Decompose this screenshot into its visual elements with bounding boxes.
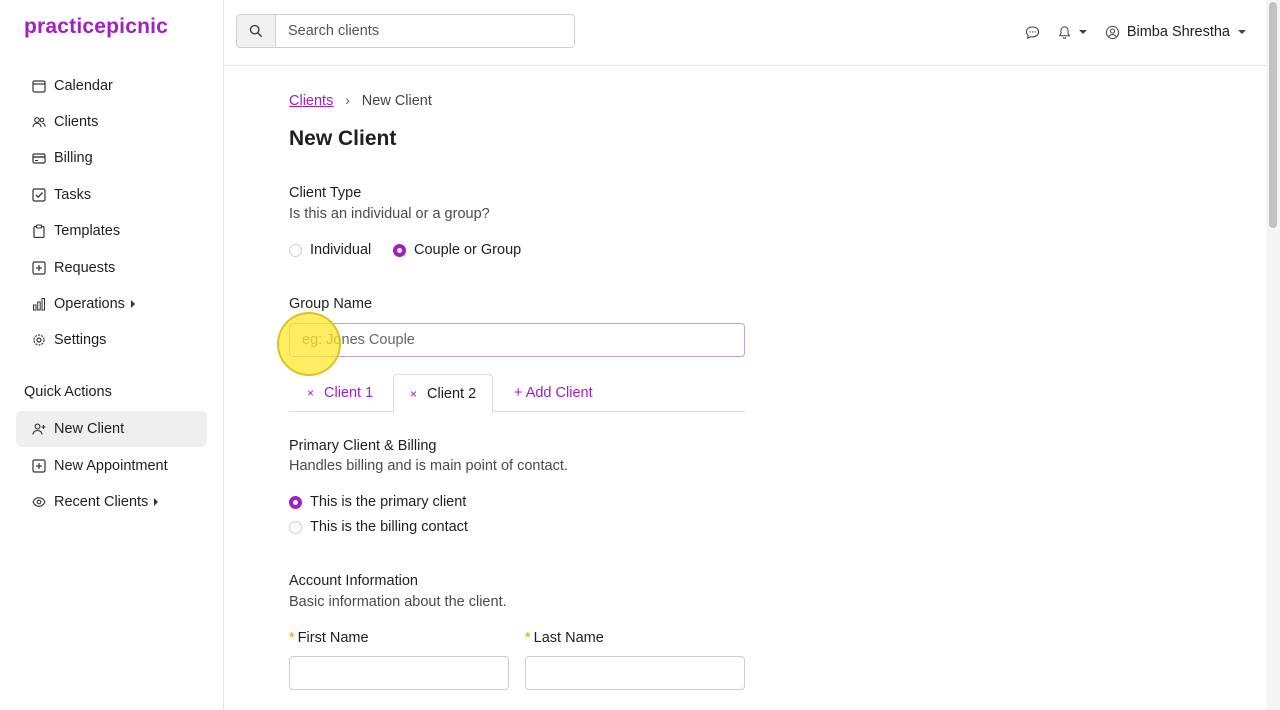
breadcrumb-separator: ›	[345, 92, 350, 108]
account-info-description: Basic information about the client.	[289, 594, 507, 610]
sidebar-item-billing[interactable]: Billing	[16, 140, 207, 176]
chevron-down-icon[interactable]	[1238, 30, 1246, 34]
radio-individual[interactable]: Individual	[289, 242, 371, 258]
scrollbar-thumb[interactable]	[1269, 2, 1277, 228]
top-header: Bimba Shrestha	[224, 0, 1266, 66]
clipboard-icon	[32, 224, 46, 238]
page-title: New Client	[289, 127, 397, 150]
search-button[interactable]	[237, 15, 276, 47]
caret-right-icon	[130, 300, 135, 308]
quick-action-new-appointment[interactable]: New Appointment	[16, 448, 207, 484]
sidebar-item-label: Calendar	[54, 78, 113, 94]
required-marker: *	[525, 630, 531, 646]
sidebar-item-settings[interactable]: Settings	[16, 322, 207, 358]
quick-action-label: New Appointment	[54, 458, 168, 474]
sidebar-item-calendar[interactable]: Calendar	[16, 68, 207, 104]
breadcrumb-link-clients[interactable]: Clients	[289, 93, 333, 109]
sidebar-item-requests[interactable]: Requests	[16, 250, 207, 286]
tab-label: Client 2	[427, 385, 477, 402]
group-name-input[interactable]	[289, 323, 745, 357]
breadcrumb-current: New Client	[361, 93, 432, 109]
plus-square-icon	[32, 459, 46, 473]
bell-icon[interactable]	[1057, 24, 1073, 40]
sidebar-item-label: Billing	[54, 150, 93, 166]
first-name-input[interactable]	[289, 656, 509, 690]
radio-label: This is the billing contact	[310, 519, 468, 535]
radio-button[interactable]	[289, 243, 302, 257]
caret-right-icon	[154, 498, 159, 506]
quick-action-new-client[interactable]: New Client	[16, 411, 207, 447]
gear-icon	[32, 333, 46, 347]
quick-action-label: New Client	[54, 421, 125, 437]
radio-label: This is the primary client	[310, 494, 467, 510]
eye-icon	[32, 495, 46, 509]
credit-card-icon	[32, 151, 46, 165]
chevron-down-icon[interactable]	[1078, 30, 1087, 34]
breadcrumb: Clients › New Client	[289, 92, 432, 109]
tab-label: Client 1	[324, 385, 374, 401]
header-actions: Bimba Shrestha	[1025, 22, 1246, 42]
user-name[interactable]: Bimba Shrestha	[1127, 24, 1230, 40]
primary-billing-label: Primary Client & Billing	[289, 438, 437, 454]
last-name-text: Last Name	[533, 630, 604, 646]
search-input[interactable]	[276, 15, 574, 47]
radio-button[interactable]	[289, 520, 302, 534]
sidebar: practicepicnic Calendar Clients Billing …	[0, 0, 224, 710]
sidebar-item-label: Templates	[54, 223, 121, 239]
client-type-description: Is this an individual or a group?	[289, 206, 490, 222]
sidebar-item-templates[interactable]: Templates	[16, 213, 207, 249]
plus-square-icon	[32, 261, 46, 275]
quick-action-recent-clients[interactable]: Recent Clients	[16, 484, 207, 520]
close-icon[interactable]: ×	[410, 387, 417, 401]
required-marker: *	[289, 630, 295, 646]
sidebar-item-clients[interactable]: Clients	[16, 104, 207, 140]
radio-label: Individual	[310, 242, 372, 258]
primary-billing-description: Handles billing and is main point of con…	[289, 458, 568, 474]
calendar-icon	[32, 79, 46, 93]
client-type-label: Client Type	[289, 185, 362, 201]
tab-label: + Add Client	[514, 385, 593, 401]
radio-button-checked[interactable]	[393, 243, 406, 257]
client-tabs: × Client 1 × Client 2 + Add Client	[289, 374, 745, 413]
radio-billing-contact[interactable]: This is the billing contact	[289, 519, 468, 535]
group-name-label: Group Name	[289, 296, 373, 312]
sidebar-item-label: Tasks	[54, 187, 92, 203]
close-icon[interactable]: ×	[307, 386, 314, 400]
quick-actions-heading: Quick Actions	[24, 384, 112, 400]
sidebar-item-label: Requests	[54, 260, 116, 276]
app-logo[interactable]: practicepicnic	[24, 15, 168, 39]
first-name-label: * First Name	[289, 630, 369, 646]
user-circle-icon[interactable]	[1105, 24, 1121, 40]
sidebar-item-label: Settings	[54, 332, 107, 348]
tab-client-1[interactable]: × Client 1	[291, 374, 389, 412]
first-name-text: First Name	[297, 630, 369, 646]
tab-add-client[interactable]: + Add Client	[498, 374, 609, 412]
last-name-label: * Last Name	[525, 630, 604, 646]
sidebar-item-tasks[interactable]: Tasks	[16, 177, 207, 213]
sidebar-item-label: Clients	[54, 114, 99, 130]
chat-icon[interactable]	[1025, 24, 1041, 40]
radio-button-checked[interactable]	[289, 495, 302, 509]
search-icon	[248, 23, 264, 39]
last-name-input[interactable]	[525, 656, 745, 690]
account-info-label: Account Information	[289, 573, 418, 589]
sidebar-item-operations[interactable]: Operations	[16, 286, 207, 322]
radio-couple-or-group[interactable]: Couple or Group	[393, 242, 521, 258]
users-icon	[32, 115, 46, 129]
user-plus-icon	[32, 422, 46, 436]
tab-client-2[interactable]: × Client 2	[393, 374, 494, 413]
radio-label: Couple or Group	[414, 242, 522, 258]
quick-action-label: Recent Clients	[54, 494, 149, 510]
radio-primary-client[interactable]: This is the primary client	[289, 494, 466, 510]
bar-chart-icon	[32, 297, 46, 311]
sidebar-item-label: Operations	[54, 296, 125, 312]
search-box	[236, 14, 575, 48]
checkbox-icon	[32, 188, 46, 202]
scrollbar[interactable]	[1266, 0, 1280, 710]
